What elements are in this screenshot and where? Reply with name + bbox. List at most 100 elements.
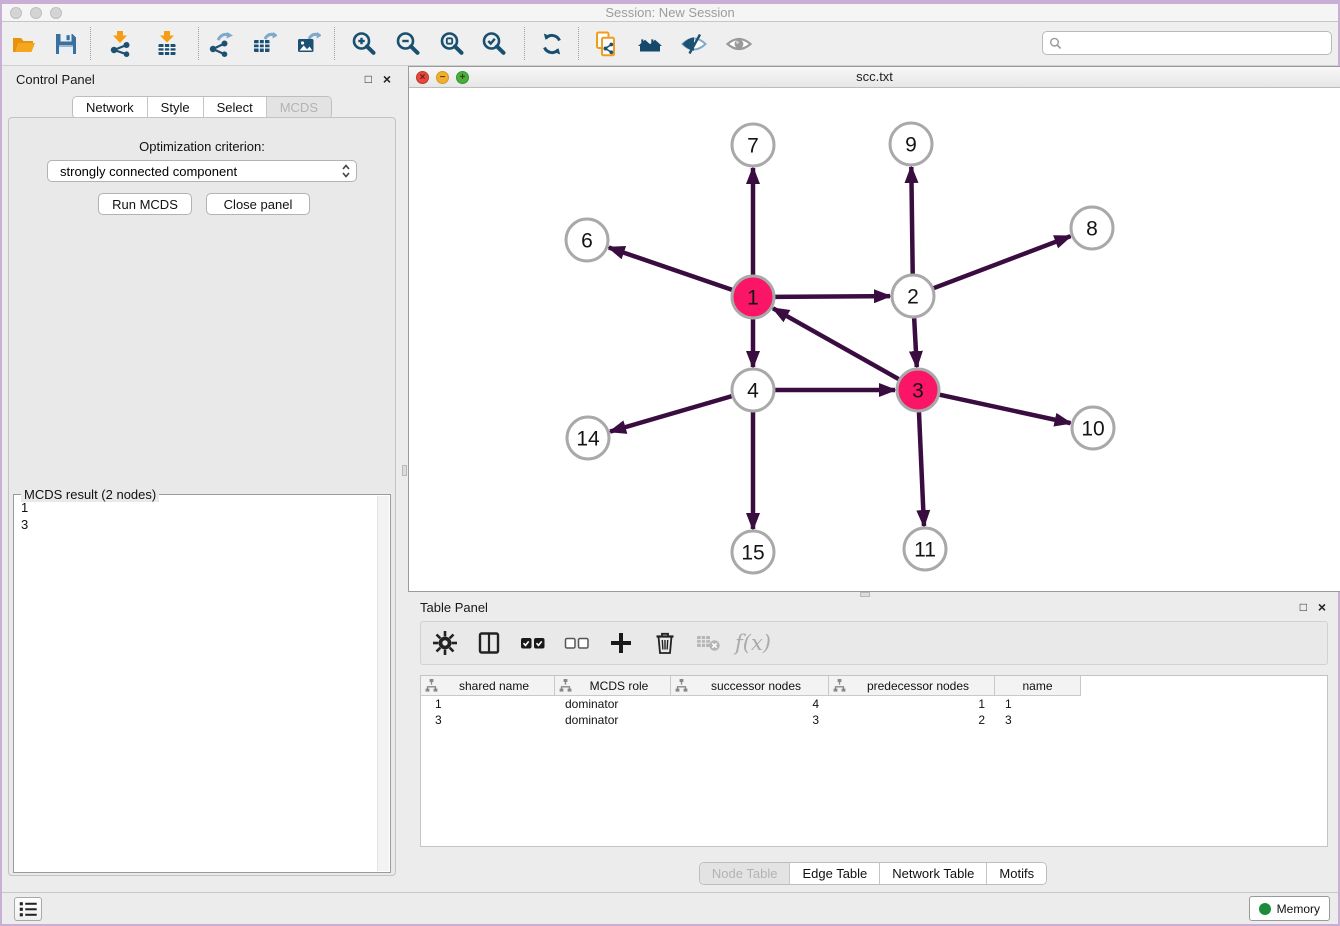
graph-node-label-9: 9 [905, 134, 917, 157]
table-cell: 3 [995, 713, 1080, 727]
toolbar-separator [90, 27, 91, 60]
select-all-icon[interactable] [519, 629, 547, 657]
graph-node-label-7: 7 [747, 135, 759, 158]
control-panel: Control Panel □ × NetworkStyleSelectMCDS… [2, 66, 402, 892]
import-table-icon[interactable] [149, 26, 185, 62]
table-cell: 3 [671, 713, 829, 727]
window-title: Session: New Session [2, 5, 1338, 20]
tab-node-table[interactable]: Node Table [700, 863, 790, 884]
graph-edge-2-8[interactable] [934, 236, 1071, 288]
tab-select[interactable]: Select [203, 97, 266, 118]
close-panel-icon[interactable]: × [383, 72, 391, 86]
graph-edge-3-1[interactable] [773, 308, 899, 379]
vertical-splitter-handle[interactable] [402, 465, 407, 476]
graph-edge-1-6[interactable] [609, 247, 732, 289]
graph-node-label-2: 2 [907, 286, 919, 309]
graph-node-label-6: 6 [581, 230, 593, 253]
graph-edge-2-3[interactable] [914, 318, 917, 367]
mcds-result-text[interactable]: 1 3 [21, 499, 374, 868]
table-body: 1dominator4113dominator323 [421, 696, 1327, 728]
task-list-icon [17, 898, 39, 920]
column-header-successor-nodes[interactable]: successor nodes [671, 676, 829, 695]
column-header-name[interactable]: name [995, 676, 1080, 695]
graph-edge-3-11[interactable] [919, 412, 924, 526]
tree-icon [425, 679, 438, 692]
add-column-plus-icon[interactable] [607, 629, 635, 657]
tab-edge-table[interactable]: Edge Table [789, 863, 879, 884]
app-window: Session: New Session [0, 0, 1340, 926]
deselect-all-icon[interactable] [563, 629, 591, 657]
network-title: scc.txt [409, 69, 1340, 84]
tab-mcds[interactable]: MCDS [266, 97, 331, 118]
delete-column-trash-icon[interactable] [651, 629, 679, 657]
window-titlebar: Session: New Session [2, 0, 1338, 22]
toolbar-separator [524, 27, 525, 60]
network-frame-titlebar: × − + scc.txt [409, 67, 1340, 88]
import-network-icon[interactable] [102, 26, 138, 62]
close-table-panel-icon[interactable]: × [1318, 600, 1326, 614]
task-history-button[interactable] [14, 897, 42, 921]
zoom-in-icon[interactable] [346, 26, 382, 62]
table-cell: 1 [995, 697, 1080, 711]
home-houses-icon[interactable] [632, 26, 668, 62]
toggle-graphics-details-icon[interactable] [676, 26, 712, 62]
function-builder-icon: f(x) [739, 629, 767, 657]
toolbar-separator [198, 27, 199, 60]
graph-node-label-14: 14 [576, 428, 600, 451]
column-header-predecessor-nodes[interactable]: predecessor nodes [829, 676, 995, 695]
float-panel-icon[interactable]: □ [365, 72, 372, 86]
table-cell: dominator [555, 713, 671, 727]
export-network-icon[interactable] [202, 26, 238, 62]
table-settings-gear-icon[interactable] [431, 629, 459, 657]
graph-edge-2-9[interactable] [911, 167, 912, 274]
search-input[interactable] [1066, 35, 1325, 51]
table-row[interactable]: 3dominator323 [421, 712, 1327, 728]
graph-node-label-1: 1 [747, 287, 759, 310]
refresh-icon[interactable] [534, 26, 570, 62]
show-column-panel-icon[interactable] [475, 629, 503, 657]
open-file-icon[interactable] [6, 26, 42, 62]
criterion-dropdown[interactable]: strongly connected component [47, 160, 357, 182]
tab-network[interactable]: Network [73, 97, 147, 118]
table-cell: 1 [829, 697, 995, 711]
delete-table-icon [695, 629, 723, 657]
table-row[interactable]: 1dominator411 [421, 696, 1327, 712]
show-hide-eye-icon[interactable] [721, 26, 757, 62]
graph-edge-4-14[interactable] [610, 396, 732, 431]
export-table-icon[interactable] [246, 26, 282, 62]
optimization-criterion-label: Optimization criterion: [9, 139, 395, 154]
zoom-selected-icon[interactable] [476, 26, 512, 62]
zoom-fit-icon[interactable] [434, 26, 470, 62]
table-cell: 3 [421, 713, 555, 727]
graph-edge-3-10[interactable] [939, 395, 1070, 423]
tab-style[interactable]: Style [147, 97, 203, 118]
search-box[interactable] [1042, 31, 1332, 55]
table-header-row: shared name MCDS role successor nodes pr… [421, 676, 1081, 696]
table-cell: 4 [671, 697, 829, 711]
save-session-icon[interactable] [48, 26, 84, 62]
table-toolbar: f(x) [420, 621, 1328, 665]
graph-node-label-3: 3 [912, 380, 924, 403]
result-scrollbar[interactable] [377, 496, 389, 871]
graph-node-label-11: 11 [914, 539, 936, 562]
table-panel-title: Table Panel [420, 600, 488, 615]
column-header-shared-name[interactable]: shared name [421, 676, 555, 695]
dropdown-stepper-icon [341, 163, 351, 179]
graph-edge-1-2[interactable] [775, 296, 890, 297]
main-toolbar [2, 22, 1338, 66]
float-table-panel-icon[interactable]: □ [1300, 600, 1307, 614]
mcds-panel-body: Optimization criterion: strongly connect… [8, 117, 396, 876]
memory-button[interactable]: Memory [1249, 896, 1330, 921]
export-image-icon[interactable] [290, 26, 326, 62]
zoom-out-icon[interactable] [390, 26, 426, 62]
tab-network-table[interactable]: Network Table [879, 863, 986, 884]
control-panel-tabs: NetworkStyleSelectMCDS [72, 96, 332, 119]
column-header-mcds-role[interactable]: MCDS role [555, 676, 671, 695]
tab-motifs[interactable]: Motifs [986, 863, 1046, 884]
network-canvas[interactable]: 1234678910111415 [409, 88, 1340, 591]
graph-node-label-15: 15 [741, 542, 764, 565]
clone-network-icon[interactable] [588, 26, 624, 62]
close-panel-button[interactable]: Close panel [206, 193, 310, 215]
graph-node-label-8: 8 [1086, 218, 1098, 241]
run-mcds-button[interactable]: Run MCDS [98, 193, 192, 215]
